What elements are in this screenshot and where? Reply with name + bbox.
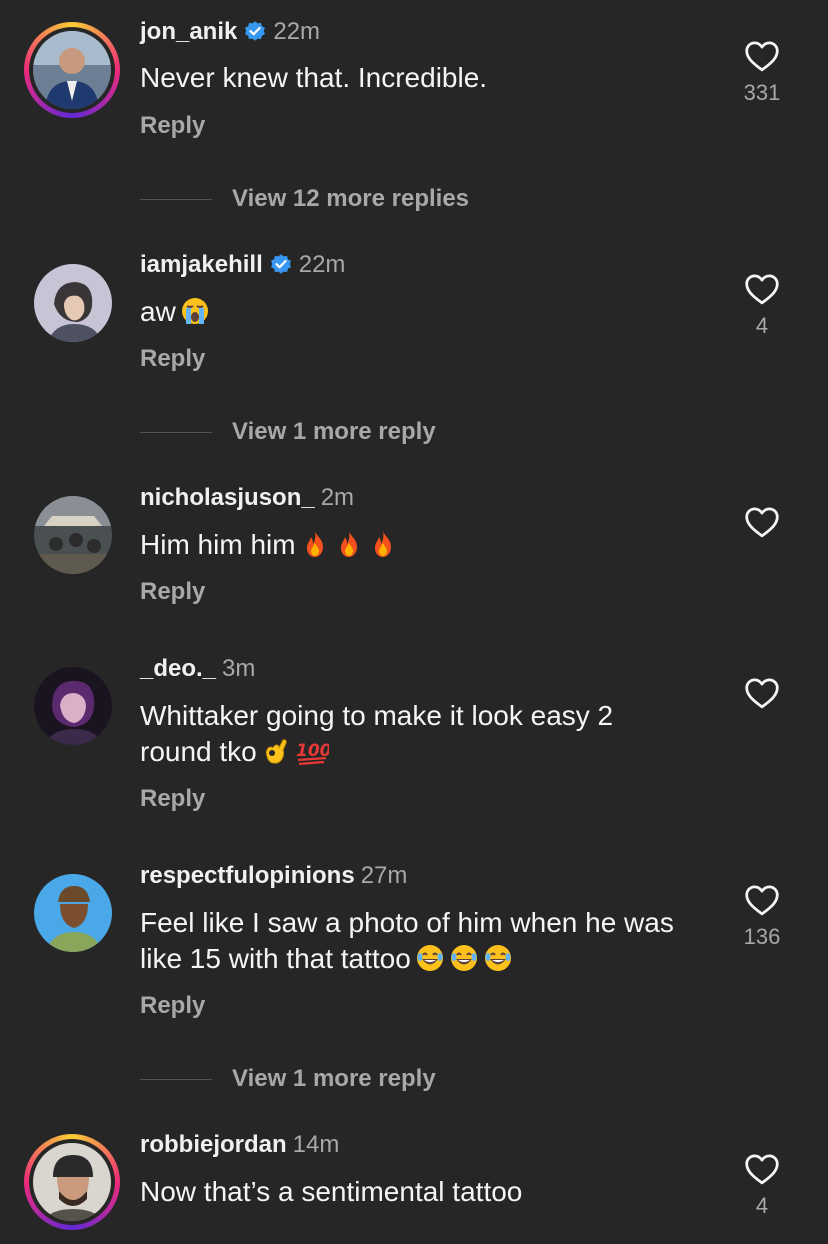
heart-icon[interactable] (744, 40, 780, 72)
comment-text-line: like 15 with that tattoo (140, 941, 730, 977)
avatar[interactable] (34, 667, 112, 745)
heart-icon[interactable] (744, 273, 780, 305)
timestamp: 3m (222, 655, 256, 682)
divider-line (140, 1079, 212, 1081)
comment-text: Him him him (140, 527, 730, 563)
like-count: 331 (743, 80, 781, 105)
heart-icon[interactable] (744, 677, 780, 709)
username[interactable]: jon_anik (140, 18, 237, 45)
comment-text: Whittaker going to make it look easy 2 r… (140, 698, 730, 770)
timestamp: 27m (360, 862, 408, 889)
like-count: 4 (755, 313, 769, 338)
reply-button[interactable]: Reply (140, 112, 205, 140)
view-more-replies[interactable]: View 1 more reply (140, 1065, 436, 1093)
comment-text-content: round tko (140, 736, 257, 767)
crying-face-icon (180, 296, 210, 326)
like-count: 4 (755, 1193, 769, 1218)
timestamp: 2m (320, 484, 355, 511)
comment-text-content: Him him him (140, 529, 296, 560)
username[interactable]: iamjakehill (140, 251, 263, 278)
comment-meta: _deo._ 3m (140, 655, 255, 683)
comment-text: aw (140, 294, 730, 330)
comment-meta: robbiejordan 14m (140, 1131, 339, 1159)
comment-text-content: aw (140, 296, 176, 327)
view-more-replies-label[interactable]: View 1 more reply (232, 418, 436, 445)
like-button[interactable] (742, 677, 782, 717)
view-more-replies-label[interactable]: View 1 more reply (232, 1065, 436, 1092)
like-count: 136 (743, 924, 781, 949)
comment-text-content: like 15 with that tattoo (140, 943, 411, 974)
comment-text: Feel like I saw a photo of him when he w… (140, 905, 730, 977)
heart-icon[interactable] (744, 1153, 780, 1185)
comment-meta: jon_anik 22m (140, 18, 320, 46)
hundred-points-icon (295, 736, 329, 766)
timestamp: 22m (298, 251, 346, 278)
comment-text-line: Whittaker going to make it look easy 2 (140, 700, 614, 731)
username[interactable]: nicholasjuson_ (140, 484, 315, 511)
comment-meta: iamjakehill 22m (140, 251, 345, 279)
avatar-image (33, 31, 111, 109)
view-more-replies[interactable]: View 1 more reply (140, 418, 436, 446)
comment-meta: nicholasjuson_ 2m (140, 484, 354, 512)
reply-button[interactable]: Reply (140, 578, 205, 606)
reply-button[interactable]: Reply (140, 992, 205, 1020)
reply-button[interactable]: Reply (140, 785, 205, 813)
laughing-tears-icon (415, 943, 445, 973)
avatar-image (34, 667, 112, 745)
fire-icon (300, 529, 330, 559)
avatar-image (34, 264, 112, 342)
heart-icon[interactable] (744, 884, 780, 916)
avatar[interactable] (24, 1134, 120, 1230)
reply-button[interactable]: Reply (140, 345, 205, 373)
fire-icon (368, 529, 398, 559)
heart-icon[interactable] (744, 506, 780, 538)
username[interactable]: _deo._ (140, 655, 216, 682)
laughing-tears-icon (483, 943, 513, 973)
avatar[interactable] (34, 264, 112, 342)
avatar-image (33, 1143, 111, 1221)
divider-line (140, 199, 212, 201)
laughing-tears-icon (449, 943, 479, 973)
verified-badge-icon (269, 252, 293, 276)
comment-text: Never knew that. Incredible. (140, 62, 488, 93)
view-more-replies-label[interactable]: View 12 more replies (232, 185, 469, 212)
avatar[interactable] (34, 496, 112, 574)
avatar-image (34, 874, 112, 952)
comment-meta: respectfulopinions 27m (140, 862, 407, 890)
username[interactable]: robbiejordan (140, 1131, 287, 1158)
avatar-image (34, 496, 112, 574)
comment-text: Now that’s a sentimental tattoo (140, 1176, 523, 1207)
comment-text-line: round tko (140, 734, 730, 770)
avatar[interactable] (24, 22, 120, 118)
like-button[interactable]: 4 (742, 273, 782, 339)
fire-icon (334, 529, 364, 559)
ok-hand-icon (261, 736, 291, 766)
timestamp: 14m (292, 1131, 340, 1158)
view-more-replies[interactable]: View 12 more replies (140, 185, 469, 213)
timestamp: 22m (273, 18, 321, 45)
avatar[interactable] (34, 874, 112, 952)
like-button[interactable] (742, 506, 782, 546)
like-button[interactable]: 4 (742, 1153, 782, 1219)
divider-line (140, 432, 212, 434)
username[interactable]: respectfulopinions (140, 862, 355, 889)
like-button[interactable]: 331 (742, 40, 782, 106)
comment-text-line: Feel like I saw a photo of him when he w… (140, 907, 674, 938)
verified-badge-icon (243, 19, 267, 43)
like-button[interactable]: 136 (742, 884, 782, 950)
